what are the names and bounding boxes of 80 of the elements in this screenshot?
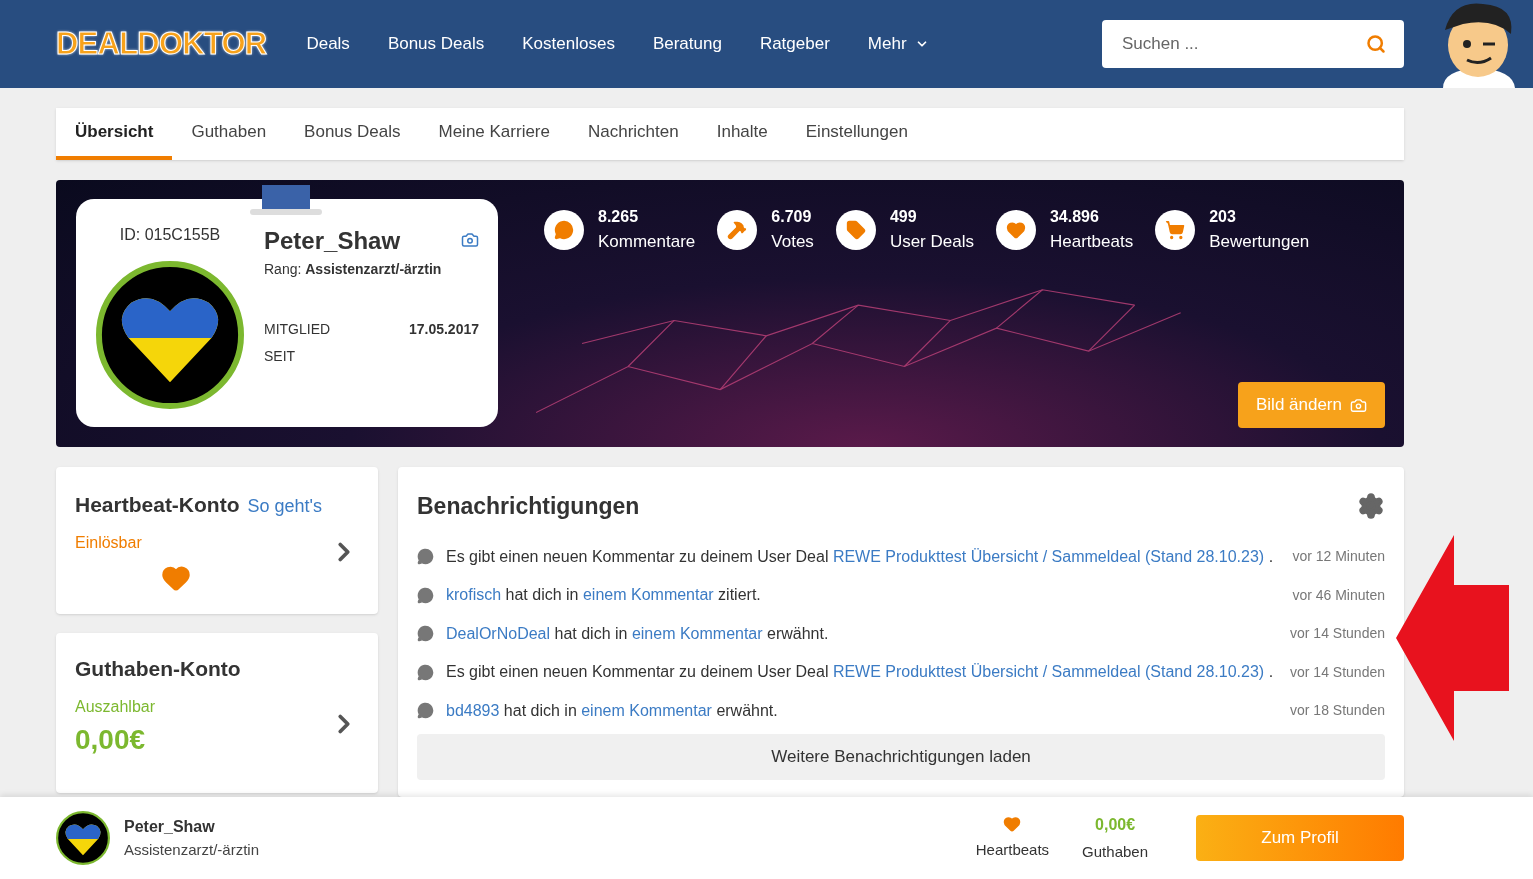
- profile-tab[interactable]: Übersicht: [56, 108, 173, 160]
- load-more-button[interactable]: Weitere Benachrichtigungen laden: [417, 734, 1385, 780]
- stat-label: Votes: [771, 231, 814, 253]
- camera-icon[interactable]: [461, 231, 479, 249]
- profile-tab[interactable]: Nachrichten: [569, 108, 698, 160]
- avatar-drawing: [56, 811, 110, 865]
- notification-text: bd4893 hat dich in einem Kommentar erwähnt.: [446, 700, 778, 721]
- card-subtitle: Auszahlbar: [75, 696, 157, 717]
- username: Peter_Shaw: [124, 816, 216, 837]
- stat-label: User Deals: [889, 231, 974, 253]
- help-link[interactable]: So geht's: [247, 493, 322, 520]
- heartbeat-account-card[interactable]: Heartbeat-Konto So geht's Einlösbar: [56, 467, 378, 614]
- nav-link[interactable]: Bonus Deals: [387, 31, 485, 57]
- card-clip-drawing: [250, 185, 322, 215]
- notification-time: vor 14 Stunden: [1290, 624, 1385, 644]
- notification-link[interactable]: REWE Produkttest Übersicht / Sammeldeal (Stand 28.10.23): [832, 663, 1265, 681]
- profile-tab[interactable]: Bonus Deals: [285, 108, 420, 160]
- comment-icon: [417, 663, 434, 681]
- panel-title: Benachrichtigungen: [417, 492, 640, 521]
- cart-icon: [1165, 220, 1186, 240]
- notification-time: vor 46 Minuten: [1292, 585, 1385, 605]
- notification-time: vor 18 Stunden: [1290, 701, 1385, 721]
- notification-link[interactable]: einem Kommentar: [631, 624, 763, 642]
- notification-text: DealOrNoDeal hat dich in einem Kommentar erwähnt.: [446, 623, 829, 644]
- site-logo[interactable]: DEALDOKTOR: [56, 20, 267, 68]
- nav-link[interactable]: Ratgeber: [759, 31, 830, 57]
- nav-link[interactable]: Deals: [306, 31, 350, 57]
- member-since-date: 17.05.2017: [408, 320, 479, 339]
- notification-text: krofisch hat dich in einem Kommentar zitiert.: [446, 585, 761, 606]
- credit-account-card[interactable]: Guthaben-Konto Auszahlbar 0,00€: [56, 633, 378, 793]
- profile-tab[interactable]: Meine Karriere: [419, 108, 569, 160]
- heartbeats-label: Heartbeats: [975, 839, 1050, 860]
- settings-icon[interactable]: [1357, 492, 1385, 521]
- search-field[interactable]: Suchen ...: [1102, 20, 1404, 68]
- comment-icon: [417, 625, 434, 643]
- stat-value: 6.709: [771, 207, 813, 227]
- notification-time: vor 14 Stunden: [1290, 662, 1385, 682]
- notification-link[interactable]: bd4893: [446, 701, 500, 719]
- stat-label: Bewertungen: [1209, 231, 1310, 253]
- card-title: Guthaben-Konto: [75, 656, 241, 682]
- camera-icon: [1350, 396, 1367, 414]
- member-since-label: MITGLIED SEIT: [264, 320, 332, 366]
- nav-link[interactable]: Beratung: [652, 31, 722, 57]
- rank-text: Rang: Assistenzarzt/-ärztin: [264, 260, 443, 279]
- notification-link[interactable]: einem Kommentar: [581, 701, 712, 719]
- stat-label: Heartbeats: [1049, 231, 1134, 253]
- heart-icon: [1003, 814, 1022, 833]
- stat-label: Kommentare: [598, 231, 696, 253]
- credit-amount: 0,00€: [75, 722, 147, 757]
- notification-link[interactable]: DealOrNoDeal: [446, 624, 551, 642]
- stat-value: 34.896: [1049, 207, 1100, 227]
- hammer-icon: [727, 220, 748, 240]
- profile-tab[interactable]: Einstellungen: [786, 108, 927, 160]
- notification-text: Es gibt einen neuen Kommentar zu deinem User Deal REWE Produkttest Übersicht / Sammeldeal (Stand 28.10.23) .: [446, 546, 1274, 567]
- card-title: Heartbeat-Konto: [75, 492, 240, 518]
- comment-icon: [554, 220, 574, 240]
- comment-icon: [417, 702, 434, 720]
- rank-text: Assistenzarzt/-ärztin: [124, 839, 260, 860]
- tag-icon: [845, 220, 866, 240]
- card-subtitle: Einlösbar: [75, 532, 143, 553]
- profile-tab[interactable]: Guthaben: [172, 108, 286, 160]
- comment-icon: [417, 548, 434, 566]
- comment-icon: [417, 586, 434, 604]
- nav-link[interactable]: Kostenloses: [522, 31, 615, 57]
- notification-link[interactable]: einem Kommentar: [582, 586, 714, 604]
- notification-link[interactable]: REWE Produkttest Übersicht / Sammeldeal (Stand 28.10.23): [832, 547, 1265, 565]
- credit-value: 0,00€: [1095, 814, 1136, 835]
- nav-link[interactable]: Mehr: [867, 31, 929, 57]
- profile-tab[interactable]: Inhalte: [697, 108, 787, 160]
- stat-value: 8.265: [598, 207, 640, 227]
- stat-value: 499: [889, 207, 918, 227]
- notification-time: vor 12 Minuten: [1292, 547, 1385, 567]
- credit-label: Guthaben: [1082, 841, 1148, 862]
- user-id: ID: 015C155B: [119, 225, 221, 245]
- notification-text: Es gibt einen neuen Kommentar zu deinem User Deal REWE Produkttest Übersicht / Sammeldeal (Stand 28.10.23) .: [446, 662, 1274, 683]
- notification-link[interactable]: krofisch: [446, 586, 502, 604]
- stat-value: 203: [1209, 207, 1237, 227]
- username: Peter_Shaw: [264, 226, 401, 256]
- heart-icon: [1005, 220, 1026, 240]
- search-icon[interactable]: [1366, 34, 1386, 54]
